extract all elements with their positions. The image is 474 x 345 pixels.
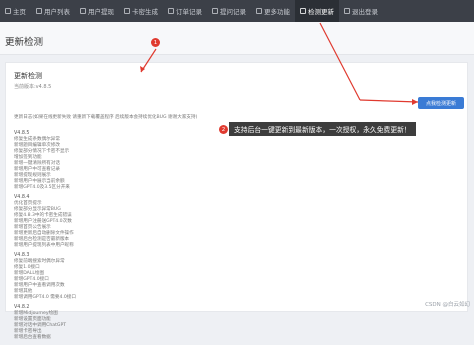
nav-label: 更多功能: [264, 8, 290, 16]
version-block: V4.8.3 修复前端搜索时偶尔异常 修复1.0接口 新增DALL绘图 新增GP…: [14, 253, 314, 301]
version-block: V4.8.2 新增Midjourney绘图 新增设置页面功能 新增对话中调用Ch…: [14, 305, 314, 341]
nav-item-questions[interactable]: 提问记录: [207, 0, 251, 22]
question-icon: [212, 8, 218, 14]
page-title: 更新检测: [5, 37, 44, 48]
annotation-badge-1: 1: [151, 38, 160, 47]
update-card: 更新检测 当前版本:v4.8.5 点我检测更新 更新日志(如果在线更新失败 请重…: [5, 62, 468, 340]
refresh-icon: [300, 8, 306, 14]
list-icon: [168, 8, 174, 14]
users-icon: [36, 8, 42, 14]
nav-label: 退出登录: [352, 8, 378, 16]
home-icon: [5, 8, 11, 14]
watermark: CSDN @白云如幻: [425, 302, 470, 308]
nav-item-card-keys[interactable]: 卡密生成: [119, 0, 163, 22]
changelog: V4.8.5 修复生成条数偶尔异常 新增题目编辑单次修改 修复部分情况下卡密不显…: [14, 131, 314, 345]
nav-label: 提问记录: [220, 8, 246, 16]
changelog-line: 新增用户提现列表中用户昵称: [14, 243, 74, 248]
logout-icon: [344, 8, 350, 14]
nav-item-more[interactable]: 更多功能: [251, 0, 295, 22]
nav-label: 订单记录: [176, 8, 202, 16]
card-title: 更新检测: [14, 72, 42, 80]
version-block: V4.8.5 修复生成条数偶尔异常 新增题目编辑单次修改 修复部分情况下卡密不显…: [14, 131, 314, 191]
nav-label: 用户列表: [44, 8, 70, 16]
annotation-badge-2: 2: [219, 125, 228, 134]
wallet-icon: [80, 8, 86, 14]
current-version: 当前版本:v4.8.5: [14, 84, 52, 90]
changelog-line: 新增调用GPT4.0 需要4.0接口: [14, 295, 76, 300]
nav-label: 卡密生成: [132, 8, 158, 16]
nav-label: 检测更新: [308, 8, 334, 16]
changelog-line: 新增后台查看数据: [14, 335, 51, 340]
nav-label: 主页: [13, 8, 26, 16]
nav-item-orders[interactable]: 订单记录: [163, 0, 207, 22]
nav-item-check-update[interactable]: 检测更新: [295, 0, 339, 22]
nav-item-logout[interactable]: 退出登录: [339, 0, 383, 22]
changelog-line: 新增GPT4.0及3.5区分开来: [14, 185, 70, 190]
card-icon: [124, 8, 130, 14]
version-block: V4.8.4 优化首页提示 修复部分显示异常BUG 修复4.8.3中的卡密生成错…: [14, 195, 314, 249]
top-navigation: 主页 用户列表 用户提现 卡密生成 订单记录 提问记录 更多功能 检测更新 退出…: [0, 0, 474, 22]
nav-item-user-list[interactable]: 用户列表: [31, 0, 75, 22]
nav-item-home[interactable]: 主页: [0, 0, 31, 22]
grid-icon: [256, 8, 262, 14]
nav-item-withdraw[interactable]: 用户提现: [75, 0, 119, 22]
page-header: 更新检测: [0, 22, 474, 55]
nav-label: 用户提现: [88, 8, 114, 16]
feature-callout: 支持后台一键更新到最新版本，一次授权，永久免费更新！: [229, 122, 416, 136]
update-note: 更新日志(如果在线更新失败 请重新下载覆盖程序 后续版本会持续优化BUG 谢谢大…: [14, 115, 198, 120]
check-update-button[interactable]: 点我检测更新: [418, 97, 464, 109]
